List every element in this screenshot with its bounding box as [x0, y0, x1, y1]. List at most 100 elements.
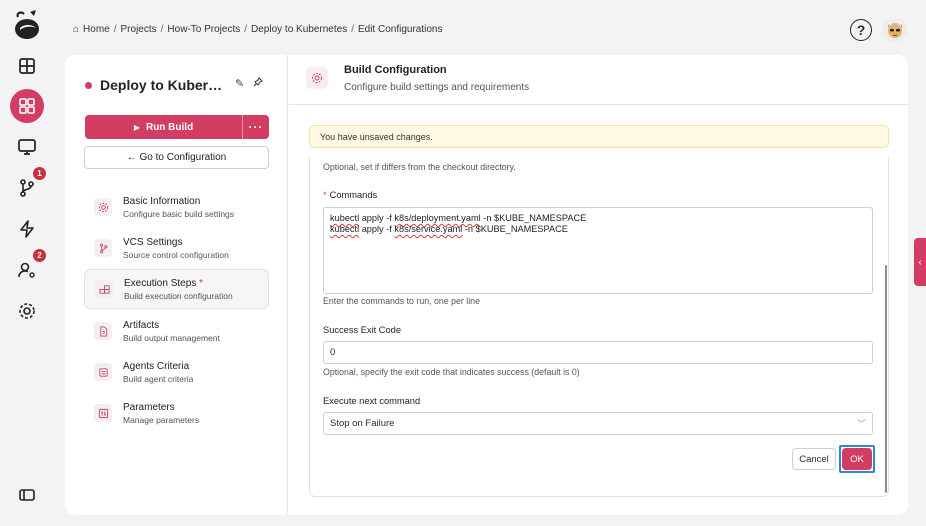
commands-label: * Commands: [323, 190, 378, 200]
rail-users-button[interactable]: 2: [10, 249, 46, 287]
help-icon: ?: [856, 22, 866, 38]
nav-title: Basic Information: [123, 195, 201, 207]
command-line: kubectl apply -f k8s/service.yaml -n $KU…: [330, 224, 866, 235]
command-line: kubectl apply -f k8s/deployment.yaml -n …: [330, 213, 866, 224]
sidebar-toggle-icon: [19, 489, 35, 501]
nav-subtitle: Build output management: [123, 332, 220, 343]
edit-icon[interactable]: ✎: [235, 77, 244, 90]
build-configuration-panel: Build Configuration Configure build sett…: [289, 55, 908, 515]
unsaved-changes-banner: You have unsaved changes.: [309, 125, 889, 148]
dashboard-icon: [19, 58, 35, 74]
breadcrumb-current: Edit Configurations: [357, 24, 443, 35]
breadcrumb-how-to-projects[interactable]: How-To Projects: [167, 24, 240, 35]
exit-code-input[interactable]: 0: [323, 341, 873, 364]
spellcheck-word: kubectl: [330, 224, 360, 234]
project-title: Deploy to Kubernetes: [85, 77, 230, 93]
nav-agents-criteria[interactable]: Agents Criteria Build agent criteria: [84, 352, 269, 392]
user-avatar[interactable]: [883, 18, 907, 42]
page-title: Build Configuration: [344, 64, 447, 76]
required-marker: *: [199, 277, 203, 289]
step-form: Optional, set if differs from the checko…: [309, 157, 889, 497]
agent-icon: [98, 367, 108, 377]
ok-button-focus-ring: OK: [839, 445, 875, 473]
rail-vcs-button[interactable]: 1: [10, 167, 46, 205]
rail-collapse-button[interactable]: [10, 478, 44, 512]
avatar-icon: [888, 23, 902, 38]
gear-icon: [19, 303, 35, 319]
nav-subtitle: Manage parameters: [123, 414, 200, 425]
file-icon: [99, 325, 107, 337]
pin-icon[interactable]: [253, 77, 264, 90]
help-button[interactable]: ?: [850, 19, 872, 41]
lightning-icon: [20, 220, 34, 238]
breadcrumb-projects[interactable]: Projects: [121, 24, 157, 35]
nav-subtitle: Source control configuration: [123, 249, 229, 260]
run-build-button[interactable]: ▶ Run Build ···: [85, 115, 269, 139]
next-command-select[interactable]: Stop on Failure ﹀: [323, 412, 873, 435]
config-sidebar: Deploy to Kubernetes ✎ ▶ Run Build ··· ←…: [65, 55, 288, 515]
spellcheck-word: kubectl: [330, 213, 360, 223]
nav-execution-steps[interactable]: Execution Steps * Build execution configu…: [84, 269, 269, 309]
app-rail: 1 2: [0, 0, 54, 526]
spellcheck-word: k8s/deployment.yaml: [394, 213, 481, 223]
vcs-badge: 1: [33, 167, 46, 180]
next-command-label: Execute next command: [323, 396, 421, 406]
command-text: kubectl apply -f k8s/service.yaml -n $KU…: [330, 224, 568, 234]
branch-icon: [99, 243, 107, 253]
side-panel-toggle[interactable]: ‹: [914, 238, 926, 286]
gear-icon: [312, 73, 322, 83]
nav-title: VCS Settings: [123, 236, 183, 248]
working-directory-hint: Optional, set if differs from the checko…: [323, 162, 516, 172]
commands-hint: Enter the commands to run, one per line: [323, 296, 480, 306]
exit-code-hint: Optional, specify the exit code that ind…: [323, 367, 580, 377]
chevron-left-icon: ‹: [918, 256, 922, 268]
scrollbar[interactable]: [884, 157, 888, 497]
breadcrumb: ⌂ Home / Projects / How-To Projects / De…: [73, 24, 443, 35]
status-dot: [85, 81, 92, 89]
required-marker: *: [323, 190, 327, 200]
parameters-icon: [98, 408, 108, 418]
config-nav: Basic Information Configure basic build s…: [84, 187, 269, 434]
scrollbar-thumb[interactable]: [885, 265, 887, 493]
run-options-button[interactable]: ···: [243, 120, 269, 134]
ok-button[interactable]: OK: [842, 448, 872, 470]
rail-triggers-button[interactable]: [10, 212, 44, 246]
home-icon[interactable]: ⌂: [73, 24, 79, 35]
git-branch-icon: [20, 179, 34, 197]
nav-subtitle: Build execution configuration: [124, 290, 233, 301]
steps-icon: [98, 284, 110, 294]
nav-title: Agents Criteria: [123, 360, 190, 372]
play-icon: ▶: [133, 122, 140, 132]
chevron-down-icon: ﹀: [856, 419, 866, 429]
nav-parameters[interactable]: Parameters Manage parameters: [84, 393, 269, 433]
nav-subtitle: Build agent criteria: [123, 373, 194, 384]
nav-title: Parameters: [123, 401, 175, 413]
commands-textarea[interactable]: kubectl apply -f k8s/deployment.yaml -n …: [323, 207, 873, 294]
breadcrumb-home[interactable]: Home: [83, 24, 110, 35]
rail-dashboard-button[interactable]: [10, 49, 44, 83]
cancel-button[interactable]: Cancel: [792, 448, 836, 470]
monitor-icon: [18, 139, 36, 155]
rail-projects-button[interactable]: [10, 89, 44, 123]
content-header: Build Configuration Configure build sett…: [289, 55, 908, 105]
rail-monitor-button[interactable]: [10, 130, 44, 164]
nav-basic-information[interactable]: Basic Information Configure basic build s…: [84, 187, 269, 227]
nav-title: Artifacts: [123, 319, 160, 331]
nav-vcs-settings[interactable]: VCS Settings Source control configuration: [84, 228, 269, 268]
nav-title: Execution Steps: [124, 277, 197, 289]
run-build-label: Run Build: [145, 121, 194, 133]
gear-icon: [98, 202, 108, 212]
breadcrumb-deploy[interactable]: Deploy to Kubernetes: [251, 24, 347, 35]
rail-settings-button[interactable]: [10, 294, 44, 328]
nav-subtitle: Configure basic build settings: [123, 208, 235, 219]
grid-icon: [19, 98, 35, 114]
command-text: kubectl apply -f k8s/deployment.yaml -n …: [330, 213, 587, 223]
nav-artifacts[interactable]: Artifacts Build output management: [84, 311, 269, 351]
exit-code-label: Success Exit Code: [323, 325, 402, 335]
main-card: Deploy to Kubernetes ✎ ▶ Run Build ··· ←…: [65, 55, 908, 515]
app-logo-icon[interactable]: [12, 9, 42, 41]
go-to-configuration-button[interactable]: ← Go to Configuration: [84, 146, 269, 169]
spellcheck-word: k8s/service.yaml: [394, 224, 463, 234]
user-settings-icon: [18, 262, 35, 278]
users-badge: 2: [33, 249, 46, 262]
